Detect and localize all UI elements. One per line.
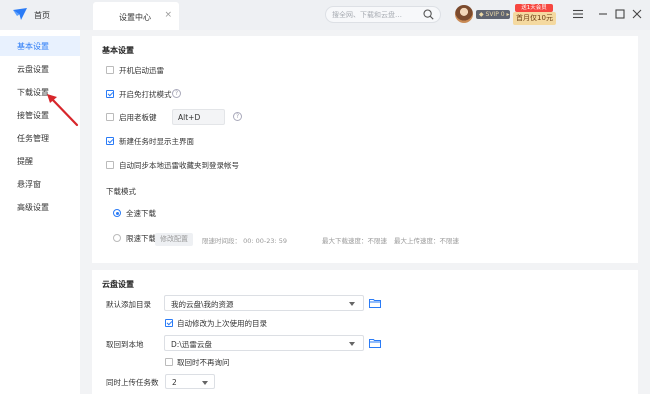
- sidebar-item-advanced[interactable]: 高级设置: [0, 197, 80, 217]
- checkbox-auto-modify-dir[interactable]: [165, 319, 173, 327]
- checkbox-no-ask-on-fetch[interactable]: [165, 358, 173, 366]
- close-icon[interactable]: [630, 7, 644, 21]
- cloud-settings-panel: 云盘设置 默认添加目录 我的云盘\我的资源 自动修改为上次使用的目录 取回到本地…: [92, 270, 638, 394]
- search-icon[interactable]: [423, 9, 434, 20]
- annotation-arrow-icon: [47, 94, 79, 127]
- option-label: 启用老板键: [119, 113, 157, 122]
- maximize-icon[interactable]: [613, 7, 627, 21]
- sidebar-item-label: 提醒: [17, 157, 33, 166]
- vip-promo-button[interactable]: 送1天会员 首月仅10元: [513, 4, 556, 26]
- concurrent-upload-label: 同时上传任务数: [106, 378, 159, 387]
- chevron-down-icon: [349, 342, 355, 346]
- checkbox-do-not-disturb[interactable]: [106, 90, 114, 98]
- option-label: 开启免打扰模式: [119, 90, 172, 99]
- folder-icon[interactable]: [369, 298, 381, 308]
- sidebar-item-tasks[interactable]: 任务管理: [0, 128, 80, 148]
- select-value: 我的云盘\我的资源: [171, 300, 234, 309]
- basic-settings-panel: 基本设置 开机启动迅雷 开启免打扰模式 ? 启用老板键 Alt+D ? 新建任务…: [92, 36, 638, 263]
- sidebar-item-cloud[interactable]: 云盘设置: [0, 59, 80, 79]
- vip-badge-text: ◆ SVIP 0 ▸: [479, 11, 510, 18]
- option-label: 新建任务时显示主界面: [119, 137, 194, 146]
- menu-icon[interactable]: [571, 7, 585, 21]
- concurrent-upload-select[interactable]: 2: [165, 374, 215, 389]
- sidebar-item-label: 云盘设置: [17, 65, 49, 74]
- search-placeholder: 搜全网、下载和云盘…: [332, 11, 402, 19]
- select-value: 2: [172, 378, 177, 387]
- xunlei-logo-icon[interactable]: [13, 8, 27, 20]
- sidebar-item-label: 高级设置: [17, 203, 49, 212]
- option-label: 自动修改为上次使用的目录: [177, 319, 267, 328]
- limit-time-text: 限速时间段： 00: 00-23: 59: [202, 237, 288, 245]
- chevron-down-icon: [202, 381, 208, 385]
- max-upload-text: 最大上传速度：不限速: [394, 237, 459, 245]
- help-icon[interactable]: ?: [172, 89, 181, 98]
- full-speed-label: 全速下载: [126, 209, 156, 218]
- vip-level-badge[interactable]: ◆ SVIP 0 ▸: [476, 10, 510, 19]
- section-title: 基本设置: [102, 46, 134, 55]
- fetch-local-select[interactable]: D:\迅雷云盘: [164, 335, 364, 351]
- default-dir-select[interactable]: 我的云盘\我的资源: [164, 295, 364, 311]
- checkbox-show-main-on-new-task[interactable]: [106, 137, 114, 145]
- title-bar: 首页 设置中心 × 搜全网、下载和云盘… ◆ SVIP 0 ▸ 送1天会员 首月…: [0, 0, 650, 30]
- sidebar-item-label: 基本设置: [17, 42, 49, 51]
- select-value: D:\迅雷云盘: [171, 340, 212, 349]
- modify-config-button[interactable]: 修改配置: [155, 233, 193, 246]
- sidebar-item-floating-window[interactable]: 悬浮窗: [0, 174, 80, 194]
- chevron-down-icon: [349, 302, 355, 306]
- download-mode-title: 下载模式: [106, 187, 136, 196]
- radio-limited-speed[interactable]: [113, 234, 121, 242]
- sidebar-item-label: 任务管理: [17, 134, 49, 143]
- checkbox-boss-key[interactable]: [106, 113, 114, 121]
- option-label: 取回时不再询问: [177, 358, 230, 367]
- sidebar-item-reminder[interactable]: 提醒: [0, 151, 80, 171]
- hotkey-value: Alt+D: [178, 113, 201, 122]
- radio-full-speed[interactable]: [113, 209, 121, 217]
- boss-key-hotkey-field[interactable]: Alt+D: [172, 109, 225, 125]
- tab-settings-center[interactable]: 设置中心 ×: [93, 2, 179, 30]
- promo-tag: 送1天会员: [515, 4, 553, 12]
- home-tab[interactable]: 首页: [34, 10, 50, 21]
- minimize-icon[interactable]: [596, 7, 610, 21]
- folder-icon[interactable]: [369, 338, 381, 348]
- tab-label: 设置中心: [119, 13, 151, 22]
- checkbox-auto-start[interactable]: [106, 66, 114, 74]
- tab-close-icon[interactable]: ×: [164, 10, 172, 20]
- option-label: 开机启动迅雷: [119, 66, 164, 75]
- limited-speed-label: 限速下载: [126, 234, 156, 243]
- user-avatar[interactable]: [455, 5, 473, 23]
- option-label: 自动同步本地迅雷收藏夹到登录帐号: [119, 161, 239, 170]
- default-dir-label: 默认添加目录: [106, 300, 151, 309]
- max-download-text: 最大下载速度：不限速: [322, 237, 387, 245]
- fetch-local-label: 取回到本地: [106, 340, 144, 349]
- sidebar-item-basic[interactable]: 基本设置: [0, 36, 80, 56]
- sidebar-item-label: 悬浮窗: [17, 180, 41, 189]
- checkbox-sync-favorites[interactable]: [106, 161, 114, 169]
- search-input[interactable]: 搜全网、下载和云盘…: [325, 6, 441, 23]
- help-icon[interactable]: ?: [233, 112, 242, 121]
- promo-label: 首月仅10元: [513, 12, 556, 25]
- settings-sidebar: 基本设置 云盘设置 下载设置 接管设置 任务管理 提醒 悬浮窗 高级设置: [0, 30, 80, 394]
- section-title: 云盘设置: [102, 280, 134, 289]
